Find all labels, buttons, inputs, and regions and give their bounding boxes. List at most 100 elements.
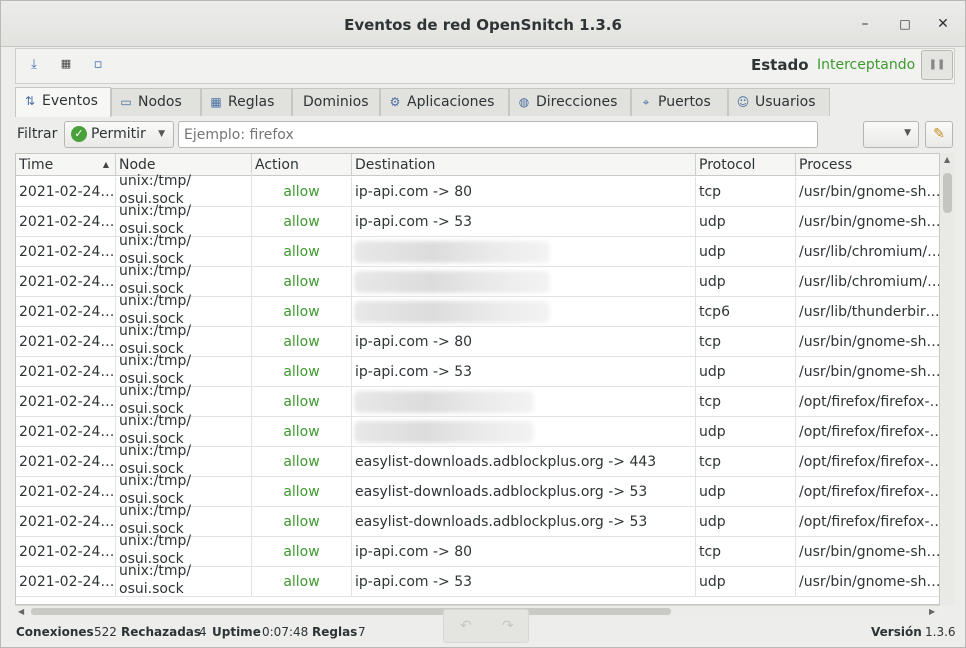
broom-icon: ✎ — [933, 126, 945, 142]
tab-usuarios[interactable]: ☺ Usuarios — [728, 88, 830, 116]
column-header-destination[interactable]: Destination — [352, 154, 696, 176]
events-table[interactable]: Time ▲ Node Action Destination Protocol P… — [15, 153, 940, 605]
estado-value: Interceptando — [817, 57, 916, 73]
cell-action: allow — [252, 357, 352, 387]
check-icon: ✓ — [71, 126, 87, 142]
cell-action: allow — [252, 237, 352, 267]
cell-destination: ip-api.com -> 53 — [352, 207, 696, 237]
cell-process: /opt/firefox/firefox-… — [799, 424, 940, 440]
pause-icon: ❚❚ — [928, 59, 946, 70]
cell-time: 2021-02-24… — [16, 477, 116, 507]
chevron-down-icon: ▼ — [904, 128, 911, 138]
vertical-scroll-thumb[interactable] — [943, 173, 952, 213]
new-rule-icon[interactable]: ▫ — [88, 57, 108, 77]
title-bar[interactable]: Eventos de red OpenSnitch 1.3.6 – □ ✕ — [1, 1, 965, 47]
tab-direcciones[interactable]: ◍ Direcciones — [509, 88, 631, 116]
cell-process: /usr/bin/gnome-sh… — [799, 214, 940, 230]
filter-label: Filtrar — [17, 126, 58, 142]
scroll-right-icon: ▶ — [929, 607, 936, 616]
toolbar: ⤓ ▦ ▫ — [15, 48, 955, 84]
rules-icon[interactable]: ▦ — [56, 57, 76, 77]
cell-protocol: udp — [696, 267, 796, 297]
cell-time: 2021-02-24… — [16, 417, 116, 447]
scroll-left-icon: ◀ — [18, 607, 25, 616]
maximize-button[interactable]: □ — [895, 14, 915, 34]
cell-action: allow — [252, 267, 352, 297]
pause-button[interactable]: ❚❚ — [921, 50, 953, 80]
main-window: Eventos de red OpenSnitch 1.3.6 – □ ✕ ⤓ … — [0, 0, 966, 648]
events-icon: ⇅ — [24, 94, 36, 108]
ports-icon: ⌖ — [642, 95, 650, 109]
column-header-action[interactable]: Action — [252, 154, 352, 176]
table-row[interactable]: 2021-02-24… unix:/tmp/osui.sock allow ip-ap… — [16, 562, 940, 597]
cell-protocol: tcp — [696, 327, 796, 357]
tab-bar: ⇅ Eventos ▭ Nodos ▦ Reglas Dominios ⚙ Aplica… — [15, 87, 955, 117]
column-header-protocol[interactable]: Protocol — [696, 154, 796, 176]
estado-label: Estado — [751, 56, 809, 74]
cell-protocol: tcp — [696, 177, 796, 207]
rechazadas-value: 4 — [199, 625, 207, 639]
apps-icon: ⚙ — [389, 95, 401, 109]
cell-time: 2021-02-24… — [16, 237, 116, 267]
cell-protocol: tcp — [696, 537, 796, 567]
cell-action: allow — [252, 297, 352, 327]
cell-protocol: tcp — [696, 387, 796, 417]
cell-time: 2021-02-24… — [16, 327, 116, 357]
tab-reglas[interactable]: ▦ Reglas — [201, 88, 292, 116]
redacted-destination — [354, 421, 534, 443]
column-header-process[interactable]: Process — [796, 154, 939, 176]
cell-process: /usr/bin/gnome-sh… — [799, 364, 940, 380]
reglas-value: 7 — [358, 625, 366, 639]
cell-process: /opt/firefox/firefox-… — [799, 484, 940, 500]
cell-node: unix:/tmp/osui.sock — [116, 562, 252, 597]
cell-protocol: udp — [696, 237, 796, 267]
cell-protocol: udp — [696, 417, 796, 447]
cell-protocol: udp — [696, 507, 796, 537]
tab-eventos[interactable]: ⇅ Eventos — [15, 87, 111, 117]
redacted-destination — [354, 241, 550, 263]
scroll-up-icon: ▲ — [944, 155, 951, 164]
cell-time: 2021-02-24… — [16, 447, 116, 477]
cell-time: 2021-02-24… — [16, 537, 116, 567]
cell-process: /usr/bin/gnome-sh… — [799, 574, 940, 590]
cell-destination: ip-api.com -> 53 — [352, 357, 696, 387]
cell-destination: easylist-downloads.adblockplus.org -> 53 — [352, 477, 696, 507]
cell-destination: ip-api.com -> 53 — [352, 567, 696, 597]
cell-time: 2021-02-24… — [16, 387, 116, 417]
close-button[interactable]: ✕ — [933, 14, 953, 34]
save-icon[interactable]: ⤓ — [24, 57, 44, 77]
uptime-label: Uptime — [212, 625, 261, 639]
rechazadas-label: Rechazadas — [121, 625, 202, 639]
action-filter-value: Permitir — [91, 126, 146, 142]
limit-select[interactable]: ▼ — [863, 121, 919, 148]
minimize-button[interactable]: – — [855, 14, 875, 34]
tab-dominios[interactable]: Dominios — [292, 88, 380, 116]
vertical-scrollbar[interactable]: ▲ — [941, 153, 955, 605]
tab-puertos[interactable]: ⌖ Puertos — [631, 88, 728, 116]
rules-icon: ▦ — [210, 95, 222, 109]
version-label: Versión — [871, 625, 922, 639]
cell-action: allow — [252, 387, 352, 417]
tab-aplicaciones[interactable]: ⚙ Aplicaciones — [380, 88, 509, 116]
cell-action: allow — [252, 327, 352, 357]
action-filter-select[interactable]: ✓ Permitir ▼ — [64, 121, 174, 148]
cell-protocol: udp — [696, 477, 796, 507]
uptime-value: 0:07:48 — [262, 625, 309, 639]
column-header-time[interactable]: Time ▲ — [16, 154, 116, 176]
users-icon: ☺ — [736, 95, 750, 109]
redacted-destination — [354, 271, 550, 293]
cell-process: /usr/lib/chromium/… — [799, 244, 940, 260]
chevron-down-icon: ▼ — [158, 129, 165, 139]
search-input[interactable] — [178, 121, 818, 148]
tab-nodos[interactable]: ▭ Nodos — [111, 88, 201, 116]
cell-time: 2021-02-24… — [16, 267, 116, 297]
cell-time: 2021-02-24… — [16, 297, 116, 327]
cell-protocol: tcp — [696, 447, 796, 477]
clear-filter-button[interactable]: ✎ — [925, 121, 953, 148]
status-bar: Conexiones 522 Rechazadas 4 Uptime 0:07:… — [15, 623, 956, 641]
cell-destination: ip-api.com -> 80 — [352, 327, 696, 357]
cell-action: allow — [252, 447, 352, 477]
horizontal-scroll-thumb[interactable] — [31, 608, 671, 615]
reglas-label: Reglas — [312, 625, 358, 639]
redacted-destination — [354, 301, 550, 323]
